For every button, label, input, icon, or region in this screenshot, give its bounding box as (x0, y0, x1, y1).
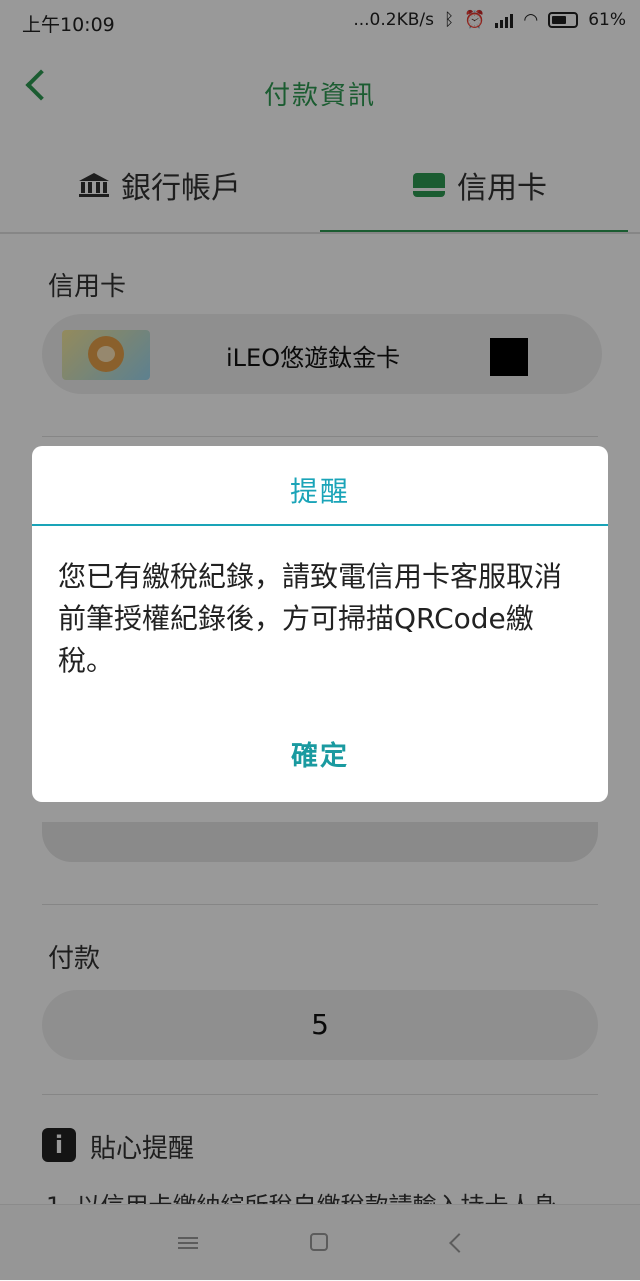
dialog-divider (32, 524, 608, 526)
dialog-title: 提醒 (289, 475, 350, 508)
confirm-button[interactable]: 確定 (32, 734, 608, 773)
alert-dialog: 提醒 您已有繳稅紀錄，請致電信用卡客服取消前筆授權紀錄後，方可掃描QRCode繳… (32, 446, 608, 802)
dialog-message: 您已有繳稅紀錄，請致電信用卡客服取消前筆授權紀錄後，方可掃描QRCode繳稅。 (58, 560, 563, 677)
